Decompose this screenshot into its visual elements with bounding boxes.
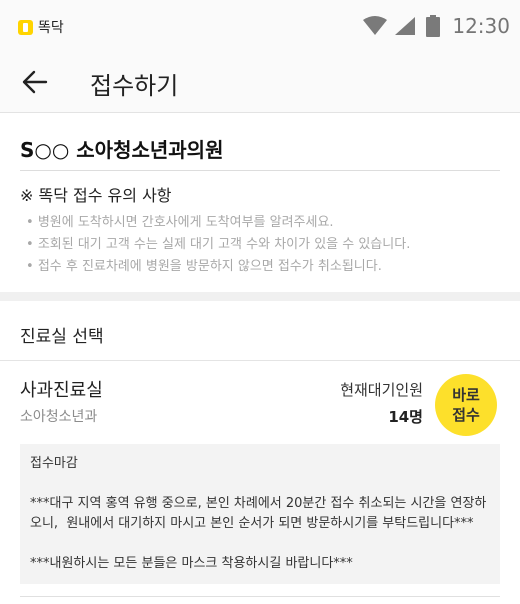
signal-icon [395, 17, 416, 35]
arrow-left-icon [22, 70, 48, 94]
back-button[interactable] [20, 67, 50, 97]
app-bar: 접수하기 [0, 56, 520, 113]
notice-item: 병원에 도착하시면 간호사에게 도착여부를 알려주세요. [26, 212, 410, 234]
divider [20, 170, 500, 171]
room-notice-body: ***대구 지역 홍역 유행 중으로, 본인 차례에서 20분간 접수 취소되는… [30, 496, 487, 531]
room-notice-body-2: ***내원하시는 모든 분들은 마스크 착용하시길 바랍니다*** [30, 556, 353, 571]
room-department: 소아청소년과 [20, 409, 98, 425]
app-name: 똑닥 [38, 20, 64, 36]
page-title: 접수하기 [90, 72, 179, 100]
waiting-label: 현재대기인원 [340, 381, 423, 399]
room-section-title: 진료실 선택 [20, 327, 104, 347]
notice-title: ※ 똑닥 접수 유의 사항 [20, 186, 172, 205]
notice-list: 병원에 도착하시면 간호사에게 도착여부를 알려주세요. 조회된 대기 고객 수… [26, 212, 411, 278]
app-logo-icon [18, 19, 33, 35]
divider [0, 360, 520, 361]
reserve-button[interactable]: 바로 접수 [435, 374, 497, 436]
room-notice-box: 접수마감 ***대구 지역 홍역 유행 중으로, 본인 차례에서 20분간 접수… [20, 444, 500, 584]
notice-item: 조회된 대기 고객 수는 실제 대기 고객 수와 차이가 있을 수 있습니다. [26, 234, 411, 256]
notice-item: 접수 후 진료차례에 병원을 방문하지 않으면 접수가 취소됩니다. [26, 256, 410, 278]
waiting-count: 14명 [388, 408, 423, 426]
room-name: 사과진료실 [20, 380, 103, 401]
clinic-name: S○○ 소아청소년과의원 [20, 138, 224, 162]
status-icons: 12:30 [362, 14, 510, 38]
app-badge: 똑닥 [18, 17, 64, 37]
status-bar: 똑닥 12:30 [0, 0, 520, 56]
status-time: 12:30 [452, 14, 510, 38]
divider [20, 596, 500, 597]
battery-icon [426, 15, 441, 37]
section-separator [0, 292, 520, 301]
wifi-icon [363, 16, 388, 35]
room-notice-title: 접수마감 [30, 456, 78, 471]
